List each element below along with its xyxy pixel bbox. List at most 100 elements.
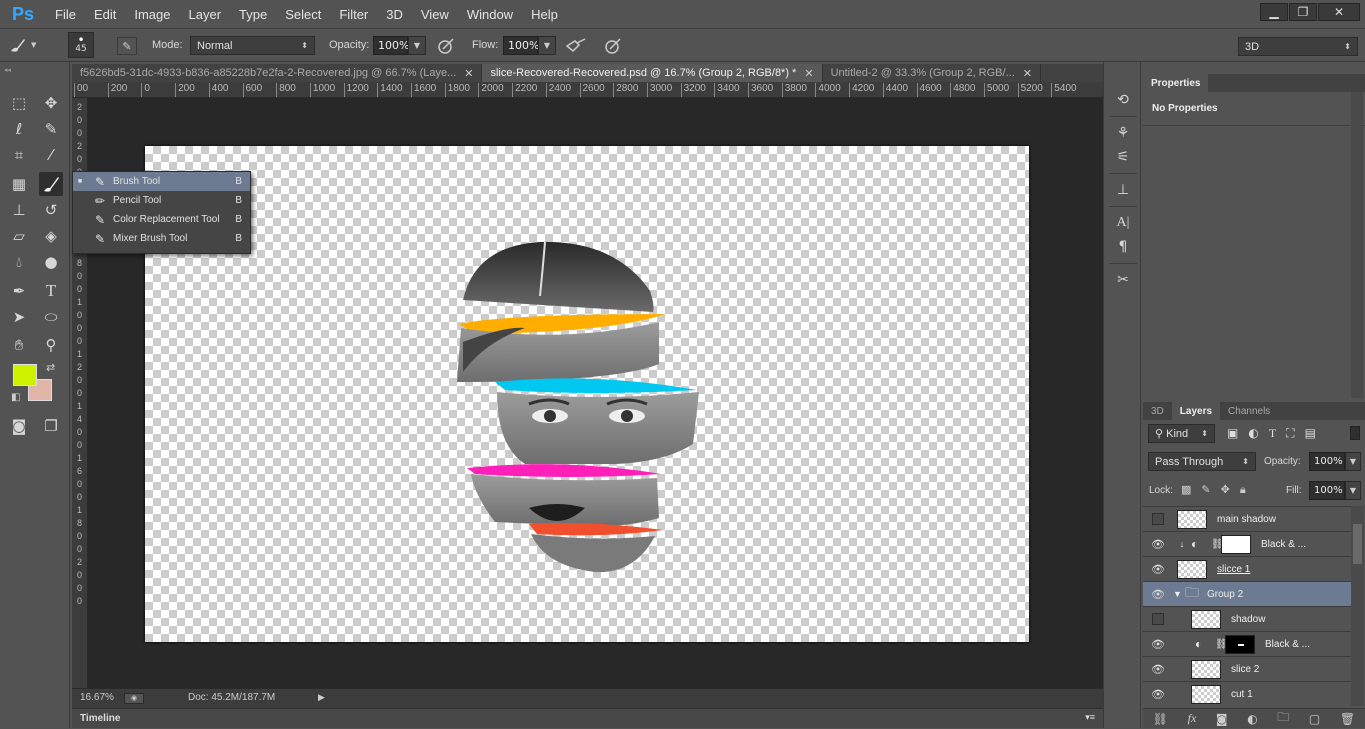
lock-pixels-icon[interactable]: ✎ [1201,483,1210,497]
layer-row[interactable]: 👁︎ slice 2 [1143,656,1351,681]
menu-3d[interactable]: 3D [377,7,412,22]
brush-size-picker[interactable]: • 45 [68,32,94,58]
new-layer-icon[interactable]: ▢ [1309,712,1320,726]
fill-field[interactable]: 100% [1309,481,1345,500]
hand-tool-icon[interactable]: ✋︎ [7,333,31,357]
visibility-toggle[interactable] [1152,613,1164,625]
layer-row[interactable]: main shadow [1143,506,1351,531]
layer-name[interactable]: Black & ... [1265,639,1310,650]
menu-window[interactable]: Window [458,7,522,22]
quick-selection-tool-icon[interactable]: ✎ [39,117,63,141]
layer-group-row[interactable]: 👁︎ ▼ 🗀︎ Group 2 [1143,581,1351,606]
zoom-tool-icon[interactable]: ⚲ [39,333,63,357]
character-panel-icon[interactable]: A| [1109,211,1137,235]
menu-select[interactable]: Select [276,7,330,22]
tab-layers[interactable]: Layers [1171,402,1221,420]
dodge-tool-icon[interactable]: ● [39,250,63,274]
adjustments-icon[interactable]: ⚟ [1109,145,1137,169]
layer-name[interactable]: cut 1 [1231,689,1253,700]
lasso-tool-icon[interactable]: ℓ [7,117,31,141]
eraser-tool-icon[interactable]: ▱ [7,224,31,248]
eyedropper-tool-icon[interactable]: ⁄ [39,143,63,167]
layer-mask-thumbnail[interactable] [1225,634,1255,654]
tab-properties[interactable]: Properties [1143,74,1209,92]
link-layers-icon[interactable]: ⛓ [1153,712,1168,726]
path-selection-tool-icon[interactable]: ➤ [7,305,31,329]
expand-group-icon[interactable]: ▼ [1173,589,1185,599]
filter-adjustment-icon[interactable]: ◐ [1248,426,1258,441]
blend-mode-dropdown[interactable]: Pass Through ⬍ [1148,452,1256,471]
flow-slider-button[interactable]: ▼ [538,36,556,55]
clone-source-icon[interactable]: ⊥ [1109,178,1137,202]
status-menu-arrow-icon[interactable]: ▶ [318,692,325,703]
tab-document-2[interactable]: slice-Recovered-Recovered.psd @ 16.7% (G… [482,64,823,82]
paragraph-panel-icon[interactable]: ¶ [1109,235,1137,259]
flyout-pencil-tool[interactable]: ✏ Pencil Tool B [73,191,250,210]
link-icon[interactable]: ⛓ [1211,539,1224,550]
timeline-tab[interactable]: Timeline [80,713,120,724]
layer-row[interactable]: shadow [1143,606,1351,631]
new-adjustment-icon[interactable]: ◐ [1247,712,1257,726]
clone-stamp-tool-icon[interactable]: ⊥ [7,198,31,222]
layer-name[interactable]: slicce 1 [1217,564,1250,575]
move-tool-icon[interactable]: ✥ [39,91,63,115]
layer-filter-kind[interactable]: ⚲ Kind ⬍ [1148,424,1215,443]
fill-slider-button[interactable]: ▼ [1345,481,1361,500]
swap-colors-icon[interactable]: ⇄ [46,361,55,374]
tab-document-1[interactable]: f5626bd5-31dc-4933-b836-a85228b7e2fa-2-R… [72,64,483,82]
tab-3d[interactable]: 3D [1143,402,1172,420]
layer-row[interactable]: 👁︎ slicce 1 [1143,556,1351,581]
brush-preset-arrow-icon[interactable]: ▼ [31,41,36,49]
close-icon[interactable]: ✕ [464,67,473,80]
pressure-size-icon[interactable] [603,36,623,56]
layer-name[interactable]: main shadow [1217,514,1276,525]
flyout-color-replacement-tool[interactable]: ✎ Color Replacement Tool B [73,210,250,229]
crop-tool-icon[interactable]: ⌗ [7,143,31,167]
panel-menu-icon[interactable]: ▾≡ [1085,712,1095,723]
add-mask-icon[interactable]: ◙ [1216,712,1228,726]
brush-panel-toggle-icon[interactable]: ✎ [117,37,137,55]
brush-presets-icon[interactable]: ⚘ [1109,121,1137,145]
layer-mask-thumbnail[interactable] [1221,534,1251,554]
brush-tool-icon[interactable] [39,172,63,196]
flow-field[interactable]: 100% [503,36,539,55]
default-colors-icon[interactable]: ◧ [11,392,20,403]
filter-pixel-icon[interactable]: ▣ [1227,426,1238,441]
lock-transparency-icon[interactable]: ▩ [1181,483,1191,497]
history-panel-icon[interactable]: ⟲ [1109,88,1137,112]
layer-style-icon[interactable]: fx [1188,711,1197,726]
tool-presets-icon[interactable]: ✂ [1109,268,1137,292]
workspace-dropdown[interactable]: 3D ⬍ [1238,37,1358,56]
opacity-field[interactable]: 100% [373,36,409,55]
restore-button[interactable]: ❐ [1289,3,1317,21]
flyout-brush-tool[interactable]: ■ ✎ Brush Tool B [73,172,250,191]
filter-toggle[interactable] [1350,426,1360,440]
new-group-icon[interactable]: 🗀︎ [1277,708,1289,729]
menu-filter[interactable]: Filter [330,7,377,22]
menu-type[interactable]: Type [230,7,276,22]
menu-help[interactable]: Help [522,7,567,22]
eye-icon[interactable]: 👁︎ [1143,638,1173,651]
layer-row[interactable]: 👁︎ ↓ ◐ ⛓ Black & ... [1143,531,1351,556]
pen-tool-icon[interactable]: ✒ [7,279,31,303]
layer-row[interactable]: 👁︎ ◐ ⛓ Black & ... [1143,631,1351,656]
layer-opacity-field[interactable]: 100% [1309,452,1345,471]
close-window-button[interactable]: ✕ [1318,3,1360,21]
eye-icon[interactable]: 👁︎ [1143,688,1173,701]
layers-scrollbar[interactable] [1351,506,1364,706]
link-icon[interactable]: ⛓ [1215,639,1228,650]
filter-type-icon[interactable]: T [1269,426,1276,441]
collapse-icon[interactable]: ◂◂ [4,66,11,74]
layer-name[interactable]: Black & ... [1261,539,1306,550]
menu-layer[interactable]: Layer [180,7,231,22]
menu-view[interactable]: View [412,7,458,22]
ellipse-tool-icon[interactable]: ⬭ [39,305,63,329]
menu-image[interactable]: Image [125,7,179,22]
layer-name[interactable]: slice 2 [1231,664,1259,675]
filter-smart-object-icon[interactable]: ▤ [1305,426,1316,441]
eye-icon[interactable]: 👁︎ [1143,588,1173,601]
layer-row[interactable]: 👁︎ cut 1 [1143,681,1351,706]
filter-shape-icon[interactable]: ⛶ [1286,426,1294,441]
minimize-button[interactable]: ▁ [1260,3,1288,21]
close-icon[interactable]: ✕ [804,67,813,80]
